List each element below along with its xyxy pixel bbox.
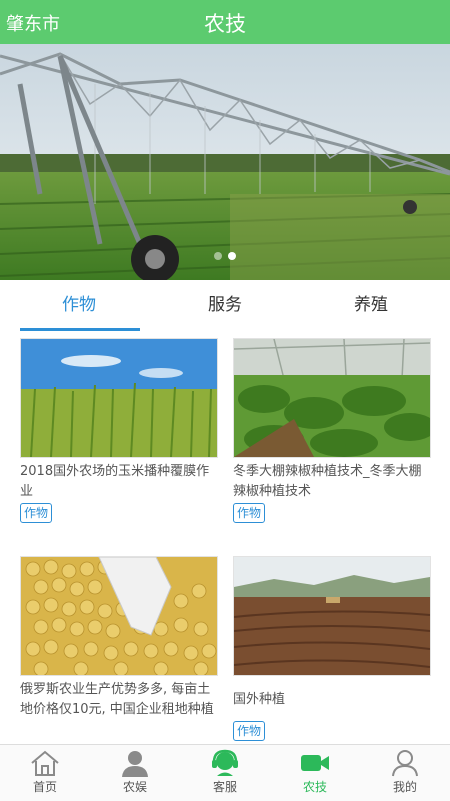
article-card[interactable]: 冬季大棚辣椒种植技术_冬季大棚辣椒种植技术 作物 [233, 338, 431, 523]
home-icon [31, 750, 59, 776]
article-tag: 作物 [20, 503, 53, 523]
article-card[interactable]: 2018国外农场的玉米播种覆膜作业 作物 [20, 338, 218, 523]
video-camera-icon [301, 755, 329, 771]
carousel-indicator [0, 245, 450, 264]
article-thumbnail [20, 338, 218, 458]
nav-label: 客服 [212, 780, 237, 794]
carousel-dot[interactable] [214, 252, 222, 260]
article-title[interactable]: 国外种植 [233, 690, 431, 720]
tab-crops[interactable]: 作物 [4, 280, 154, 334]
bottom-nav: 首页 农娱 客服 农技 我的 [0, 744, 450, 801]
page-title: 农技 [204, 12, 246, 36]
article-title[interactable]: 冬季大棚辣椒种植技术_冬季大棚辣椒种植技术 [233, 462, 431, 502]
nav-entertainment[interactable]: 农娱 [90, 745, 180, 801]
nav-label: 农技 [302, 780, 327, 794]
nav-mine[interactable]: 我的 [360, 745, 450, 801]
user-icon [392, 750, 418, 777]
active-tab-indicator [20, 328, 140, 331]
category-tabs: 作物 服务 养殖 [0, 280, 450, 335]
nav-agritech[interactable]: 农技 [270, 745, 360, 801]
article-tag: 作物 [233, 721, 266, 741]
nav-home[interactable]: 首页 [0, 745, 90, 801]
nav-label: 农娱 [122, 780, 147, 794]
article-card[interactable]: 国外种植 作物 [233, 556, 431, 741]
nav-label: 我的 [392, 780, 417, 794]
nav-customer-service[interactable]: 客服 [180, 745, 270, 801]
tab-services[interactable]: 服务 [150, 280, 300, 334]
article-tag: 作物 [233, 503, 266, 523]
person-icon [122, 751, 148, 777]
article-grid: 2018国外农场的玉米播种覆膜作业 作物 冬季大棚辣椒种植技术_冬季大棚辣椒种植… [0, 334, 450, 744]
article-thumbnail [20, 556, 218, 676]
article-title[interactable]: 2018国外农场的玉米播种覆膜作业 [20, 462, 218, 502]
headset-icon [212, 749, 238, 776]
top-bar: 肇东市 农技 [0, 0, 450, 44]
banner-carousel[interactable] [0, 44, 450, 280]
tab-breeding[interactable]: 养殖 [296, 280, 446, 334]
carousel-dot-active[interactable] [228, 252, 236, 260]
article-card[interactable]: 俄罗斯农业生产优势多多, 每亩土地价格仅10元, 中国企业租地种植 [20, 556, 218, 720]
article-thumbnail [233, 338, 431, 458]
article-title[interactable]: 俄罗斯农业生产优势多多, 每亩土地价格仅10元, 中国企业租地种植 [20, 680, 218, 720]
article-thumbnail [233, 556, 431, 676]
nav-label: 首页 [32, 780, 57, 794]
